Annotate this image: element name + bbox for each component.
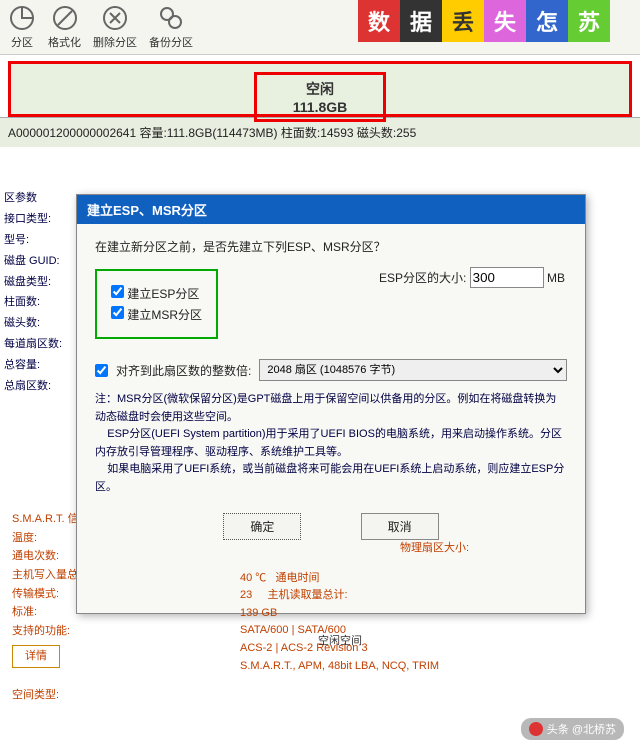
dialog-note: 注：MSR分区(微软保留分区)是GPT磁盘上用于保留空间以供备用的分区。例如在将… (95, 391, 567, 497)
bottom-space-type: 空闲空间 (318, 632, 362, 648)
chk-esp-row[interactable]: 建立ESP分区 (111, 285, 202, 302)
deco-char: 失 (484, 0, 526, 42)
toolbar-backup[interactable]: 备份分区 (149, 4, 193, 50)
align-row: 对齐到此扇区数的整数倍: 2048 扇区 (1048576 字节) (95, 359, 567, 381)
cancel-button[interactable]: 取消 (361, 513, 439, 540)
deco-char: 据 (400, 0, 442, 42)
chk-esp[interactable] (111, 285, 124, 298)
button-row: 确定 取消 (95, 513, 567, 540)
align-label: 对齐到此扇区数的整数倍: (116, 362, 251, 379)
smart-values: 物理扇区大小: 40 ℃ 通电时间 23 主机读取量总计: 139 GB SAT… (240, 540, 469, 675)
toolbar-label: 备份分区 (149, 34, 193, 50)
free-size: 111.8GB (293, 99, 348, 115)
esp-size-input[interactable] (470, 267, 544, 288)
free-space-box[interactable]: 空闲 111.8GB (254, 72, 387, 122)
chk-msr-row[interactable]: 建立MSR分区 (111, 306, 202, 323)
toolbar-format[interactable]: 格式化 (48, 4, 81, 50)
dialog-prompt: 在建立新分区之前，是否先建立下列ESP、MSR分区？ (95, 238, 567, 255)
toolbar-label: 格式化 (48, 34, 81, 50)
chk-msr-label: 建立MSR分区 (127, 308, 202, 322)
format-icon (51, 4, 79, 32)
deco-char: 数 (358, 0, 400, 42)
toolbar-delete[interactable]: 删除分区 (93, 4, 137, 50)
chk-esp-label: 建立ESP分区 (127, 287, 199, 301)
delete-icon (101, 4, 129, 32)
deco-char: 丢 (442, 0, 484, 42)
dialog-title: 建立ESP、MSR分区 (77, 195, 585, 224)
toolbar-partition[interactable]: 分区 (8, 4, 36, 50)
toolbar-label: 分区 (11, 34, 33, 50)
partition-icon (8, 4, 36, 32)
free-label: 空闲 (306, 81, 334, 97)
left-property-labels: 区参数接口类型:型号: 磁盘 GUID:磁盘类型:柱面数: 磁头数:每道扇区数:… (4, 188, 62, 418)
checkbox-group: 建立ESP分区 建立MSR分区 (95, 269, 218, 339)
toolbar-label: 删除分区 (93, 34, 137, 50)
esp-size-unit: MB (547, 271, 565, 285)
toutiao-icon (529, 722, 543, 736)
backup-icon (157, 4, 185, 32)
align-select[interactable]: 2048 扇区 (1048576 字节) (259, 359, 567, 381)
chk-msr[interactable] (111, 306, 124, 319)
watermark: 头条 @北桥苏 (521, 718, 624, 740)
disk-map: 空闲 111.8GB (8, 61, 632, 117)
watermark-text: 头条 @北桥苏 (547, 721, 616, 737)
esp-size-row: ESP分区的大小: MB (379, 267, 565, 288)
details-button[interactable]: 详情 (12, 645, 60, 668)
deco-char: 怎 (526, 0, 568, 42)
esp-size-label: ESP分区的大小: (379, 271, 466, 285)
decorative-blocks: 数 据 丢 失 怎 苏 (358, 0, 610, 42)
chk-align[interactable] (95, 364, 108, 377)
deco-char: 苏 (568, 0, 610, 42)
ok-button[interactable]: 确定 (223, 513, 301, 540)
